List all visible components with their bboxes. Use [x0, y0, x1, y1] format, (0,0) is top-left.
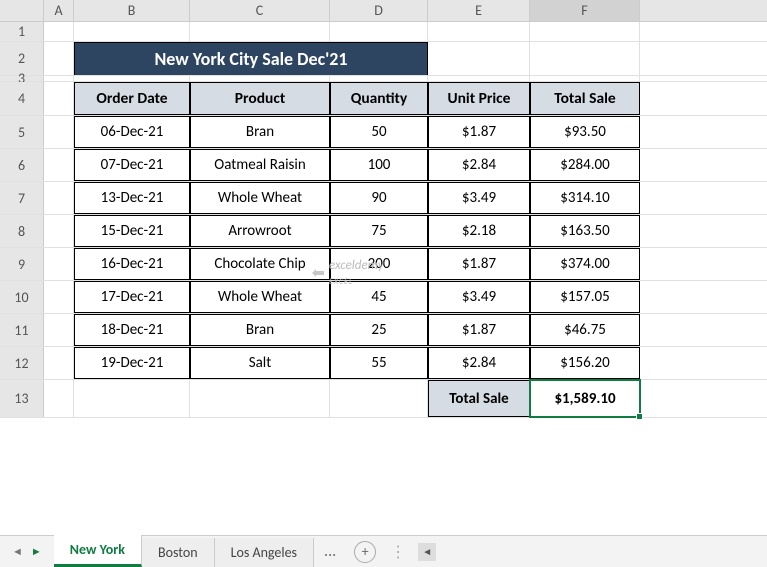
- cell-price[interactable]: $2.18: [428, 215, 530, 247]
- header-product[interactable]: Product: [190, 82, 330, 115]
- cell-total[interactable]: $163.50: [530, 215, 640, 247]
- cell-price[interactable]: $1.87: [428, 314, 530, 346]
- table-row: 9 16-Dec-21Chocolate Chip200$1.87$374.00: [0, 248, 767, 281]
- spreadsheet-grid[interactable]: A B C D E F 1 2 New York City Sale Dec'2…: [0, 0, 767, 418]
- tab-add-button[interactable]: +: [354, 541, 376, 563]
- cell-price[interactable]: $2.84: [428, 347, 530, 379]
- cell-price[interactable]: $3.49: [428, 281, 530, 313]
- cell-total[interactable]: $314.10: [530, 182, 640, 214]
- sheet-tabs-bar: ◄ ► New York Boston Los Angeles ... + ⋮ …: [0, 535, 767, 567]
- row-header-13[interactable]: 13: [0, 380, 44, 417]
- header-quantity[interactable]: Quantity: [330, 82, 428, 115]
- row-header-1[interactable]: 1: [0, 22, 44, 41]
- cell-total[interactable]: $156.20: [530, 347, 640, 379]
- row-header[interactable]: 7: [0, 182, 44, 214]
- row-header[interactable]: 12: [0, 347, 44, 379]
- tabs-list: New York Boston Los Angeles: [54, 536, 314, 567]
- scroll-left-icon[interactable]: ◄: [418, 543, 436, 561]
- tab-prev-icon[interactable]: ◄: [12, 545, 23, 558]
- row-4: 4 Order Date Product Quantity Unit Price…: [0, 82, 767, 116]
- cell-product[interactable]: Whole Wheat: [190, 281, 330, 313]
- header-unit-price[interactable]: Unit Price: [428, 82, 530, 115]
- cell-total[interactable]: $93.50: [530, 116, 640, 148]
- table-row: 8 15-Dec-21Arrowroot75$2.18$163.50: [0, 215, 767, 248]
- cell-qty[interactable]: 25: [330, 314, 428, 346]
- cell-price[interactable]: $1.87: [428, 248, 530, 280]
- cell-qty[interactable]: 75: [330, 215, 428, 247]
- header-total-sale[interactable]: Total Sale: [530, 82, 640, 115]
- cell-date[interactable]: 17-Dec-21: [74, 281, 190, 313]
- fill-handle[interactable]: [636, 413, 643, 420]
- row-1: 1: [0, 22, 767, 42]
- row-13: 13 Total Sale $1,589.10: [0, 380, 767, 418]
- col-header-C[interactable]: C: [190, 0, 330, 21]
- col-header-E[interactable]: E: [428, 0, 530, 21]
- table-row: 11 18-Dec-21Bran25$1.87$46.75: [0, 314, 767, 347]
- cell-total[interactable]: $157.05: [530, 281, 640, 313]
- cell-qty[interactable]: 50: [330, 116, 428, 148]
- cell-product[interactable]: Bran: [190, 116, 330, 148]
- tab-nav: ◄ ►: [0, 545, 54, 558]
- cell-qty[interactable]: 100: [330, 149, 428, 181]
- tab-new-york[interactable]: New York: [54, 535, 142, 567]
- cell-total[interactable]: $374.00: [530, 248, 640, 280]
- cell-date[interactable]: 16-Dec-21: [74, 248, 190, 280]
- row-2: 2 New York City Sale Dec'21: [0, 42, 767, 76]
- table-row: 10 17-Dec-21Whole Wheat45$3.49$157.05: [0, 281, 767, 314]
- total-label-cell[interactable]: Total Sale: [428, 380, 530, 417]
- row-header-4[interactable]: 4: [0, 82, 44, 115]
- cell-date[interactable]: 07-Dec-21: [74, 149, 190, 181]
- cell-date[interactable]: 06-Dec-21: [74, 116, 190, 148]
- row-header[interactable]: 11: [0, 314, 44, 346]
- column-headers: A B C D E F: [0, 0, 767, 22]
- cell-price[interactable]: $2.84: [428, 149, 530, 181]
- cell-price[interactable]: $1.87: [428, 116, 530, 148]
- separator: ⋮: [390, 542, 406, 562]
- row-header[interactable]: 10: [0, 281, 44, 313]
- table-row: 6 07-Dec-21Oatmeal Raisin100$2.84$284.00: [0, 149, 767, 182]
- tab-los-angeles[interactable]: Los Angeles: [215, 538, 314, 567]
- cell-product[interactable]: Bran: [190, 314, 330, 346]
- row-header[interactable]: 6: [0, 149, 44, 181]
- tab-more[interactable]: ...: [314, 542, 346, 561]
- cell-date[interactable]: 19-Dec-21: [74, 347, 190, 379]
- row-header[interactable]: 8: [0, 215, 44, 247]
- cell-product[interactable]: Chocolate Chip: [190, 248, 330, 280]
- cell-date[interactable]: 18-Dec-21: [74, 314, 190, 346]
- header-order-date[interactable]: Order Date: [74, 82, 190, 115]
- horizontal-scroll[interactable]: ◄: [412, 543, 767, 561]
- cell-qty[interactable]: 200: [330, 248, 428, 280]
- col-header-D[interactable]: D: [330, 0, 428, 21]
- total-value-cell[interactable]: $1,589.10: [530, 380, 640, 417]
- cell-qty[interactable]: 45: [330, 281, 428, 313]
- select-all-corner[interactable]: [0, 0, 44, 21]
- col-header-B[interactable]: B: [74, 0, 190, 21]
- row-header-3[interactable]: 3: [0, 76, 44, 81]
- col-header-A[interactable]: A: [44, 0, 74, 21]
- table-row: 12 19-Dec-21Salt55$2.84$156.20: [0, 347, 767, 380]
- tab-next-icon[interactable]: ►: [31, 545, 42, 558]
- cell-product[interactable]: Oatmeal Raisin: [190, 149, 330, 181]
- tab-boston[interactable]: Boston: [142, 538, 215, 567]
- col-header-F[interactable]: F: [530, 0, 640, 21]
- row-header[interactable]: 9: [0, 248, 44, 280]
- cell-qty[interactable]: 90: [330, 182, 428, 214]
- table-row: 7 13-Dec-21Whole Wheat90$3.49$314.10: [0, 182, 767, 215]
- cell-product[interactable]: Salt: [190, 347, 330, 379]
- table-row: 5 06-Dec-21Bran50$1.87$93.50: [0, 116, 767, 149]
- title-cell[interactable]: New York City Sale Dec'21: [74, 42, 428, 75]
- cell-product[interactable]: Whole Wheat: [190, 182, 330, 214]
- cell-qty[interactable]: 55: [330, 347, 428, 379]
- cell-product[interactable]: Arrowroot: [190, 215, 330, 247]
- cell-total[interactable]: $46.75: [530, 314, 640, 346]
- row-header[interactable]: 5: [0, 116, 44, 148]
- cell-total[interactable]: $284.00: [530, 149, 640, 181]
- cell-date[interactable]: 13-Dec-21: [74, 182, 190, 214]
- cell-date[interactable]: 15-Dec-21: [74, 215, 190, 247]
- cell-price[interactable]: $3.49: [428, 182, 530, 214]
